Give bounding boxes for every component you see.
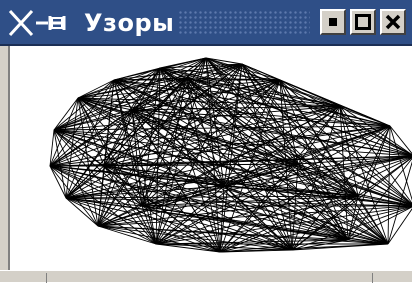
- pattern-chord: [185, 77, 412, 156]
- pattern-drawing: [49, 57, 412, 253]
- title-bar[interactable]: Узоры: [0, 0, 412, 46]
- minimize-icon: [329, 18, 337, 26]
- x-window-menu-icon[interactable]: [8, 8, 78, 38]
- pattern-chord: [347, 125, 391, 241]
- window-title: Узоры: [84, 9, 175, 37]
- app-window: Узоры: [0, 0, 412, 283]
- title-bar-texture: [178, 10, 310, 34]
- minimize-button[interactable]: [320, 9, 346, 35]
- close-icon: [385, 14, 401, 30]
- maximize-icon: [355, 14, 371, 30]
- bottom-scrollbar[interactable]: [0, 270, 412, 283]
- maximize-button[interactable]: [350, 9, 376, 35]
- pattern-canvas[interactable]: [8, 46, 412, 270]
- pattern-lines: [49, 57, 412, 253]
- close-button[interactable]: [380, 9, 406, 35]
